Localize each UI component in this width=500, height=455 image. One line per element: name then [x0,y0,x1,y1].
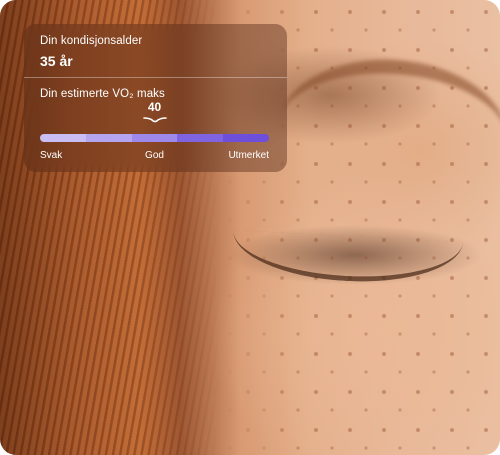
scale-segment [85,134,132,142]
fitness-age-value: 35 år [40,53,73,69]
fitness-age-section: Din kondisjonsalder 35 år [24,24,287,78]
vo2-section: Din estimerte VO₂ maks [24,78,287,100]
scale-segment [40,134,86,142]
scale-label-low: Svak [40,150,63,161]
fitness-age-label: Din kondisjonsalder [40,35,143,47]
promo-image-frame: Din kondisjonsalder 35 år Din estimerte … [0,0,500,455]
scale-label-high: Utmerket [228,150,269,161]
vo2-scale-labels: Svak God Utmerket [40,150,269,164]
scale-segment [223,134,269,142]
marker-caret-icon [142,117,167,123]
vo2-marker: 40 [24,100,287,126]
vo2-label: Din estimerte VO₂ maks [40,88,165,100]
scale-label-mid: God [145,150,164,161]
fitness-summary-card: Din kondisjonsalder 35 år Din estimerte … [24,24,287,172]
scale-segment [131,134,178,142]
scale-segment [177,134,224,142]
vo2-value: 40 [147,100,162,114]
vo2-scale-bar [40,134,269,142]
